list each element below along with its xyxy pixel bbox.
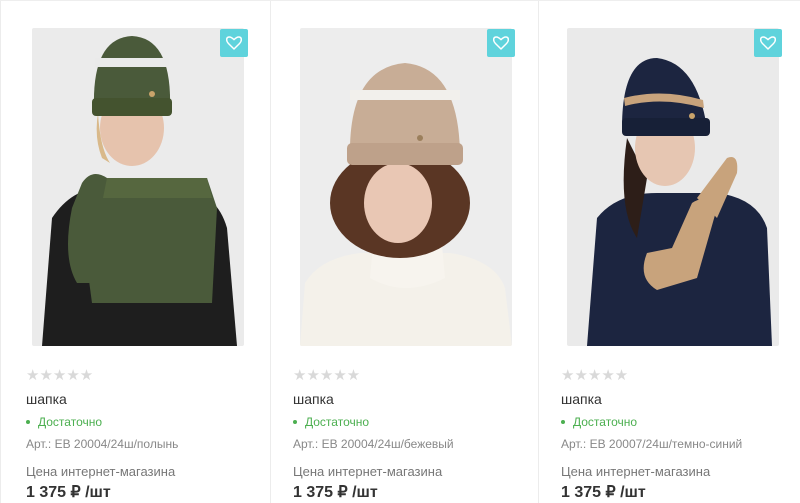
product-article: Арт.: EB 20004/24ш/полынь [26, 437, 179, 451]
heart-icon [493, 36, 509, 50]
stock-status: Достаточно [561, 415, 637, 429]
price-label: Цена интернет-магазина [26, 464, 176, 479]
product-price: 1 375 ₽ /шт [26, 484, 111, 501]
heart-icon [226, 36, 242, 50]
product-photo-beige [300, 28, 512, 346]
favorite-button[interactable] [220, 29, 248, 57]
heart-icon [760, 36, 776, 50]
stock-status: Достаточно [293, 415, 369, 429]
stock-label: Достаточно [305, 415, 370, 429]
product-article: Арт.: EB 20007/24ш/темно-синий [561, 437, 743, 451]
product-price: 1 375 ₽ /шт [561, 484, 646, 501]
product-name[interactable]: шапка [561, 391, 602, 407]
rating-stars[interactable]: ★★★★★ [293, 366, 360, 384]
stock-label: Достаточно [38, 415, 103, 429]
stock-dot-icon [26, 420, 30, 424]
product-image[interactable] [567, 28, 779, 346]
rating-stars[interactable]: ★★★★★ [561, 366, 628, 384]
product-image[interactable] [300, 28, 512, 346]
rating-stars[interactable]: ★★★★★ [26, 366, 93, 384]
favorite-button[interactable] [487, 29, 515, 57]
product-name[interactable]: шапка [293, 391, 334, 407]
product-card[interactable]: ★★★★★ шапка Достаточно Арт.: EB 20004/24… [271, 1, 539, 503]
product-photo-green [32, 28, 244, 346]
stock-dot-icon [561, 420, 565, 424]
price-label: Цена интернет-магазина [561, 464, 711, 479]
product-card[interactable]: ★★★★★ шапка Достаточно Арт.: EB 20007/24… [539, 1, 800, 503]
stock-label: Достаточно [573, 415, 638, 429]
stock-status: Достаточно [26, 415, 102, 429]
product-article: Арт.: EB 20004/24ш/бежевый [293, 437, 454, 451]
product-grid: ★★★★★ шапка Достаточно Арт.: EB 20004/24… [0, 0, 800, 503]
product-card[interactable]: ★★★★★ шапка Достаточно Арт.: EB 20004/24… [0, 1, 271, 503]
stock-dot-icon [293, 420, 297, 424]
price-label: Цена интернет-магазина [293, 464, 443, 479]
product-name[interactable]: шапка [26, 391, 67, 407]
favorite-button[interactable] [754, 29, 782, 57]
product-image[interactable] [32, 28, 244, 346]
product-photo-navy [567, 28, 779, 346]
product-price: 1 375 ₽ /шт [293, 484, 378, 501]
